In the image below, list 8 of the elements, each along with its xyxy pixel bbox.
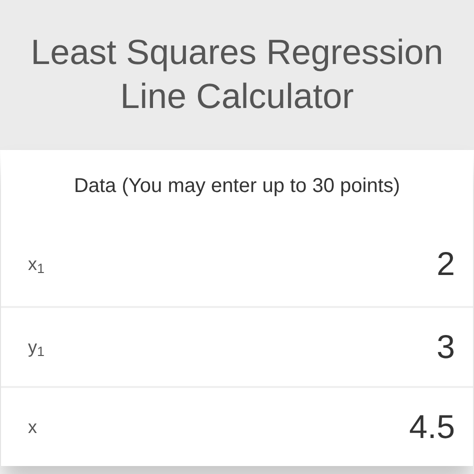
variable-label: x$_{1}$: [28, 252, 45, 278]
variable-label: x: [28, 416, 37, 438]
value-field[interactable]: 2: [255, 239, 455, 289]
value-field[interactable]: 3: [255, 322, 455, 372]
calculator-title: Least Squares Regression Line Calculator: [30, 32, 444, 118]
value-field[interactable]: 4.5: [255, 402, 455, 452]
variable-label: y$_{1}$: [28, 336, 45, 360]
section-label: Data (You may enter up to 30 points): [74, 174, 400, 199]
